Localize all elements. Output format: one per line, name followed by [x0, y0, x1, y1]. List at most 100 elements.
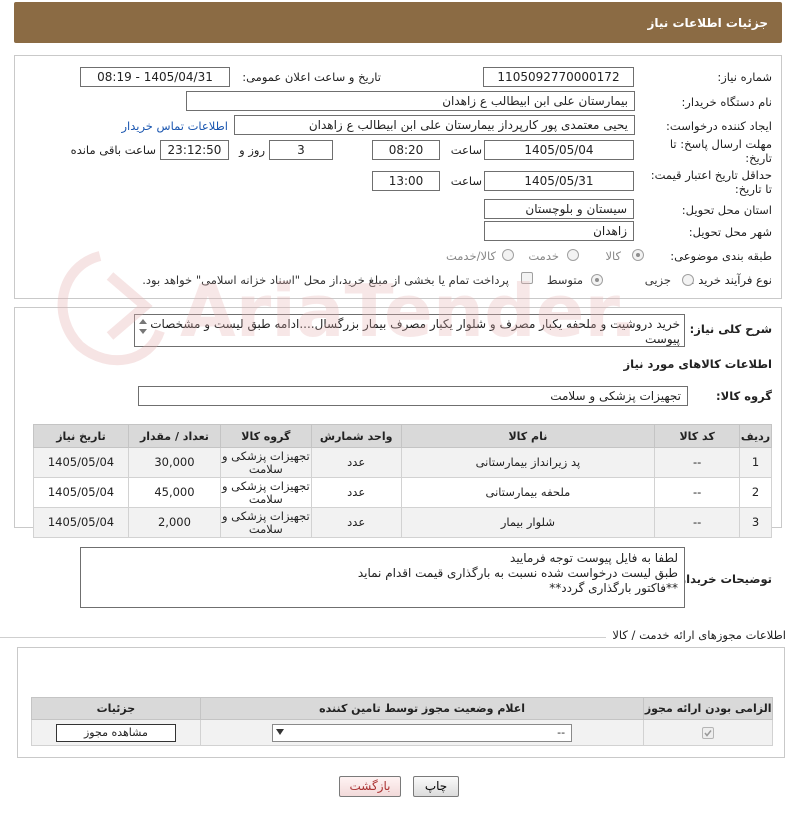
need-number-label: شماره نیاز:	[717, 70, 772, 84]
category-service-label: خدمت	[528, 249, 559, 263]
time-remaining-field[interactable]: 23:12:50	[160, 140, 229, 160]
announce-datetime-label: تاریخ و ساعت اعلان عمومی:	[242, 70, 381, 84]
requester-field[interactable]: یحیی معتمدی پور کارپرداز بیمارستان علی ا…	[234, 115, 635, 135]
item-quantity: 30,000	[128, 447, 221, 478]
item-need-date: 1405/05/04	[33, 477, 129, 508]
col-item-name: نام کالا	[400, 424, 656, 448]
permits-section-title: اطلاعات مجوزهای ارائه خدمت / کالا	[612, 628, 786, 642]
province-label: استان محل تحویل:	[681, 203, 772, 217]
process-minor-radio[interactable]	[682, 274, 694, 286]
category-goods-radio[interactable]	[632, 249, 644, 261]
table-row[interactable]: 2 -- ملحفه بیمارستانی عدد تجهیزات پزشکی …	[33, 477, 772, 508]
item-unit: عدد	[310, 447, 402, 478]
province-field[interactable]: سیستان و بلوچستان	[484, 199, 634, 219]
deadline-time-field[interactable]: 08:20	[372, 140, 440, 160]
category-label: طبقه بندی موضوعی:	[670, 249, 772, 263]
col-need-date: تاریخ نیاز	[33, 424, 129, 448]
buyer-notes-line-1: لطفا به فایل پیوست توجه فرمایید	[510, 551, 678, 565]
permit-status-cell: --	[199, 719, 645, 746]
city-label: شهر محل تحویل:	[688, 225, 772, 239]
category-service-radio[interactable]	[567, 249, 579, 261]
goods-group-field[interactable]: تجهیزات پزشکی و سلامت	[138, 386, 688, 406]
row-index: 1	[739, 447, 772, 478]
description-textarea[interactable]: خرید دروشیت و ملحفه یکبار مصرف و شلوار ی…	[134, 314, 685, 347]
item-name: ملحفه بیمارستانی	[400, 477, 656, 508]
chevron-down-icon[interactable]	[276, 728, 285, 735]
row-index: 2	[739, 477, 772, 508]
print-button[interactable]: چاپ	[413, 776, 459, 797]
buyer-org-label: نام دستگاه خریدار:	[681, 95, 772, 109]
deadline-label-1: مهلت ارسال پاسخ: تا	[669, 137, 772, 151]
requester-label: ایجاد کننده درخواست:	[666, 119, 772, 133]
buyer-org-field[interactable]: بیمارستان علی ابن ابیطالب ع زاهدان	[186, 91, 635, 111]
deadline-label-2: تاریخ:	[745, 151, 772, 165]
permit-status-value: --	[557, 725, 566, 739]
col-row-index: ردیف	[739, 424, 772, 448]
treasury-payment-checkbox[interactable]	[521, 272, 533, 284]
category-both-radio[interactable]	[502, 249, 514, 261]
permit-status-select[interactable]: --	[272, 723, 573, 742]
item-name: شلوار بیمار	[400, 507, 656, 538]
row-index: 3	[739, 507, 772, 538]
time-remaining-label: ساعت باقی مانده	[70, 143, 156, 157]
need-number-field[interactable]: 1105092770000172	[483, 67, 634, 87]
deadline-time-label: ساعت	[450, 143, 482, 157]
days-label: روز و	[239, 143, 265, 157]
category-goods-label: کالا	[605, 249, 621, 263]
treasury-payment-note: پرداخت تمام یا بخشی از مبلغ خرید،از محل …	[142, 273, 509, 287]
check-icon	[704, 730, 712, 737]
goods-group-label: گروه کالا:	[716, 389, 772, 403]
permits-divider	[0, 637, 606, 638]
buyer-contact-link[interactable]: اطلاعات تماس خریدار	[121, 119, 228, 133]
col-permit-status: اعلام وضعیت مجوز توسط تامین کننده	[199, 697, 645, 720]
goods-table-header-row: ردیف کد کالا نام کالا واحد شمارش گروه کا…	[33, 424, 772, 448]
days-remaining-field[interactable]: 3	[269, 140, 333, 160]
permit-details-cell: مشاهده مجوز	[31, 719, 201, 746]
validity-label-1: حداقل تاریخ اعتبار قیمت:	[650, 168, 772, 182]
validity-time-field[interactable]: 13:00	[372, 171, 440, 191]
validity-time-label: ساعت	[450, 174, 482, 188]
table-row[interactable]: 1 -- پد زیرانداز بیمارستانی عدد تجهیزات …	[33, 447, 772, 478]
description-label: شرح کلی نیاز:	[689, 322, 772, 336]
validity-label-2: تا تاریخ:	[734, 182, 772, 196]
process-medium-label: متوسط	[546, 273, 583, 287]
permits-table: الزامی بودن ارائه مجوز اعلام وضعیت مجوز …	[31, 697, 773, 746]
process-minor-label: جزیی	[644, 273, 671, 287]
item-quantity: 2,000	[128, 507, 221, 538]
item-code: --	[654, 447, 741, 478]
buyer-notes-textarea[interactable]: لطفا به فایل پیوست توجه فرمایید طبق لیست…	[80, 547, 685, 608]
process-medium-radio[interactable]	[591, 274, 603, 286]
view-permit-button[interactable]: مشاهده مجوز	[55, 723, 176, 742]
goods-table: ردیف کد کالا نام کالا واحد شمارش گروه کا…	[33, 424, 772, 538]
item-group: تجهیزات پزشکی و سلامت	[219, 447, 312, 478]
scroll-down-icon[interactable]	[139, 329, 147, 334]
page-title-bar: جزئیات اطلاعات نیاز	[14, 2, 782, 43]
item-quantity: 45,000	[128, 477, 221, 508]
item-need-date: 1405/05/04	[33, 507, 129, 538]
goods-info-title: اطلاعات کالاهای مورد نیاز	[623, 357, 772, 371]
scroll-up-icon[interactable]	[139, 319, 147, 324]
col-unit: واحد شمارش	[310, 424, 402, 448]
back-button[interactable]: بازگشت	[339, 776, 401, 797]
item-group: تجهیزات پزشکی و سلامت	[219, 477, 312, 508]
col-quantity: تعداد / مقدار	[128, 424, 221, 448]
col-item-code: کد کالا	[654, 424, 741, 448]
city-field[interactable]: زاهدان	[484, 221, 634, 241]
validity-date-field[interactable]: 1405/05/31	[484, 171, 634, 191]
item-code: --	[654, 507, 741, 538]
category-both-label: کالا/خدمت	[445, 249, 496, 263]
deadline-date-field[interactable]: 1405/05/04	[484, 140, 634, 160]
col-permit-required: الزامی بودن ارائه مجوز	[643, 697, 773, 720]
table-row: -- مشاهده مجوز	[31, 719, 773, 746]
buyer-notes-label: توضیحات خریدار:	[674, 572, 772, 586]
announce-datetime-field[interactable]: 1405/04/31 - 08:19	[80, 67, 230, 87]
buyer-notes-line-3: **فاکتور بارگذاری گردد**	[549, 581, 678, 595]
page-title: جزئیات اطلاعات نیاز	[647, 16, 768, 30]
permit-required-checkbox[interactable]	[702, 727, 715, 739]
item-code: --	[654, 477, 741, 508]
process-type-label: نوع فرآیند خرید :	[690, 273, 772, 287]
description-scroll-arrows[interactable]	[138, 317, 150, 345]
item-unit: عدد	[310, 507, 402, 538]
item-name: پد زیرانداز بیمارستانی	[400, 447, 656, 478]
table-row[interactable]: 3 -- شلوار بیمار عدد تجهیزات پزشکی و سلا…	[33, 507, 772, 538]
